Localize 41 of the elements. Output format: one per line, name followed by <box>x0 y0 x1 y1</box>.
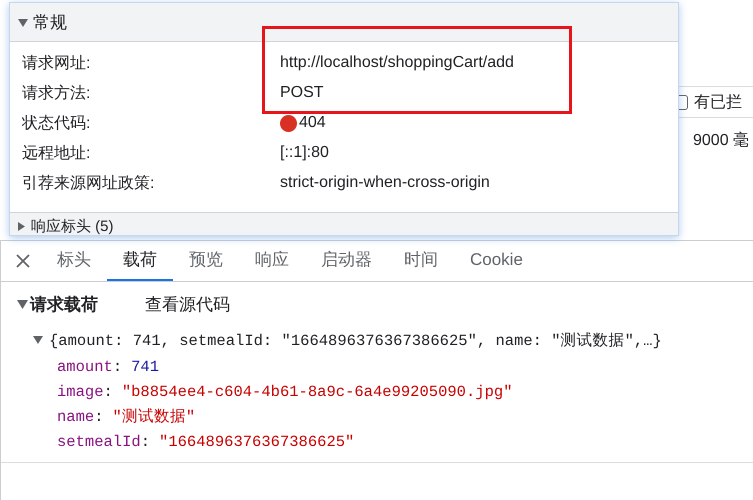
property-key: amount <box>57 358 113 376</box>
section-header[interactable]: 常规 <box>10 3 678 42</box>
field-value: 404 <box>299 114 326 132</box>
field-value: [::1]:80 <box>280 144 329 162</box>
tab[interactable]: 载荷 <box>107 240 173 281</box>
table-cell: 9000 毫 <box>693 132 750 149</box>
property-key: image <box>57 382 104 400</box>
colon: : <box>140 432 150 450</box>
tab[interactable]: 响应 <box>239 240 305 281</box>
checkbox-label: 有已拦 <box>694 92 742 112</box>
section-header[interactable]: 请求载荷 <box>17 292 145 316</box>
field-label: 远程地址: <box>21 144 92 164</box>
property-value: 741 <box>131 358 160 376</box>
property-key: name <box>57 408 94 426</box>
section-header[interactable]: 响应标头 (5) <box>10 212 678 235</box>
tab[interactable]: 标头 <box>41 240 107 281</box>
property-value: "b8854ee4-c604-4b61-8a9c-6a4e99205090.jpg" <box>122 382 512 400</box>
property-value: "测试数据" <box>112 407 196 427</box>
tab[interactable]: 时间 <box>388 240 454 281</box>
field-value: http://localhost/shoppingCart/add <box>280 54 514 72</box>
field-label: 请求方法: <box>21 84 92 104</box>
tab[interactable]: 启动器 <box>305 240 388 281</box>
expand-triangle-icon <box>18 19 28 27</box>
close-icon[interactable] <box>15 252 31 268</box>
view-source-link[interactable]: 查看源代码 <box>145 292 230 316</box>
colon: : <box>94 408 104 426</box>
property-value: "1664896376367386625" <box>159 432 354 450</box>
field-label: 引荐来源网址政策: <box>21 174 156 194</box>
property-key: setmealId <box>57 432 141 450</box>
object-summary[interactable]: {amount: 741, setmealId: "1664896376367386625", name: "测试数据",…} <box>33 326 753 354</box>
collapse-triangle-icon <box>18 222 25 230</box>
field-label: 状态代码: <box>20 114 92 134</box>
tab[interactable]: 预览 <box>173 240 239 281</box>
colon: : <box>112 358 122 376</box>
field-value: POST <box>280 84 324 102</box>
field-value: strict-origin-when-cross-origin <box>280 174 490 192</box>
colon: : <box>104 382 113 400</box>
tab[interactable]: Cookie <box>454 240 539 281</box>
field-label: 请求网址: <box>21 54 92 74</box>
expand-triangle-icon <box>33 336 43 344</box>
expand-triangle-icon <box>17 300 28 308</box>
